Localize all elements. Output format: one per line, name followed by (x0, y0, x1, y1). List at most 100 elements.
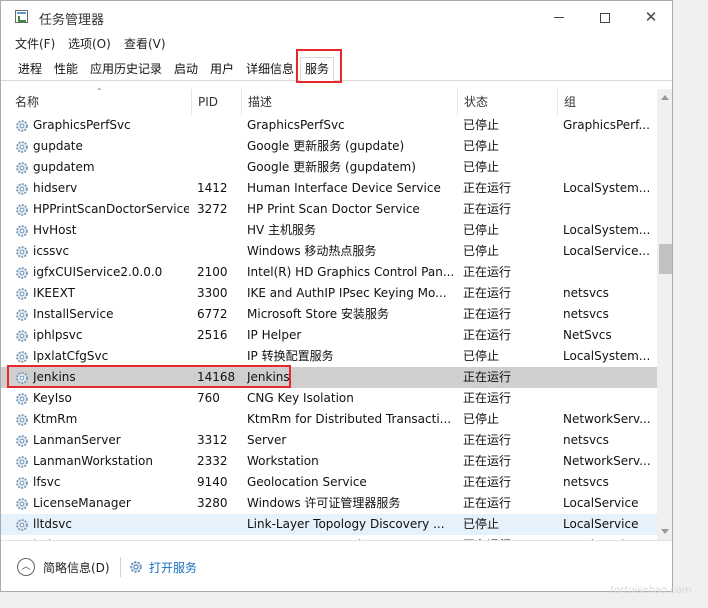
tab-app-history[interactable]: 应用历史记录 (85, 57, 167, 81)
cell-pid (197, 220, 241, 241)
cell-group: LocalService (563, 496, 639, 510)
cell-group: NetworkServ... (563, 412, 651, 426)
column-pid[interactable]: PID (191, 89, 241, 115)
table-row[interactable]: hidserv 1412 Human Interface Device Servic… (1, 178, 657, 199)
menu-view[interactable]: 查看(V) (124, 35, 166, 52)
cell-status: 正在运行 (463, 328, 512, 342)
tab-users[interactable]: 用户 (205, 57, 239, 81)
table-row[interactable]: gupdate Google 更新服务 (gupdate) 已停止 (1, 136, 657, 157)
cell-status: 正在运行 (463, 433, 512, 447)
cell-group: LocalService (563, 517, 639, 531)
cell-status: 已停止 (463, 160, 500, 174)
cell-status: 已停止 (463, 118, 500, 132)
cell-name: LanmanServer (33, 433, 121, 447)
tab-services[interactable]: 服务 (300, 57, 335, 81)
table-row[interactable]: LanmanWorkstation 2332 Workstation 正在运行 Netw… (1, 451, 657, 472)
tab-performance[interactable]: 性能 (49, 57, 83, 81)
open-services-link[interactable]: 打开服务 (149, 559, 197, 576)
table-row[interactable]: iphlpsvc 2516 IP Helper 正在运行 NetSvcs (1, 325, 657, 346)
tab-processes[interactable]: 进程 (13, 57, 47, 81)
scroll-down-icon[interactable] (661, 529, 669, 534)
table-row[interactable]: LicenseManager 3280 Windows 许可证管理器服务 正在运行 Lo… (1, 493, 657, 514)
gear-icon (16, 141, 28, 153)
table-row[interactable]: IpxlatCfgSvc IP 转换配置服务 已停止 LocalSystem... (1, 346, 657, 367)
tab-startup[interactable]: 启动 (169, 57, 203, 81)
table-row[interactable]: GraphicsPerfSvc GraphicsPerfSvc 已停止 Graphic… (1, 115, 657, 136)
title-bar[interactable]: 任务管理器 ✕ (1, 1, 672, 33)
table-row[interactable]: gupdatem Google 更新服务 (gupdatem) 已停止 (1, 157, 657, 178)
services-list[interactable]: GraphicsPerfSvc GraphicsPerfSvc 已停止 Graphic… (1, 115, 657, 540)
table-row[interactable]: Jenkins 14168 Jenkins 正在运行 (1, 367, 657, 388)
cell-group: NetworkServ... (563, 454, 651, 468)
column-status[interactable]: 状态 (457, 89, 557, 115)
menu-bar: 文件(F) 选项(O) 查看(V) (1, 33, 672, 53)
cell-name: IpxlatCfgSvc (33, 349, 109, 363)
table-row[interactable]: igfxCUIService2.0.0.0 2100 Intel(R) HD Gra… (1, 262, 657, 283)
gear-icon (16, 162, 28, 174)
cell-group: NetSvcs (563, 328, 612, 342)
table-row[interactable]: lfsvc 9140 Geolocation Service 正在运行 netsvcs (1, 472, 657, 493)
cell-group (563, 199, 655, 220)
cell-pid: 3300 (197, 286, 228, 300)
cell-status: 正在运行 (463, 286, 512, 300)
cell-group (563, 367, 655, 388)
cell-pid (197, 241, 241, 262)
cell-desc: Jenkins (247, 370, 290, 384)
tab-details[interactable]: 详细信息 (241, 57, 299, 81)
cell-desc: Windows 许可证管理器服务 (247, 496, 401, 510)
cell-group (563, 388, 655, 409)
cell-pid: 2516 (197, 328, 228, 342)
table-row[interactable]: LanmanServer 3312 Server 正在运行 netsvcs (1, 430, 657, 451)
menu-options[interactable]: 选项(O) (68, 35, 111, 52)
cell-status: 已停止 (463, 139, 500, 153)
minimize-icon (554, 17, 564, 18)
table-row[interactable]: HPPrintScanDoctorService 3272 HP Print Sca… (1, 199, 657, 220)
gear-icon (16, 456, 28, 468)
cell-desc: Intel(R) HD Graphics Control Pan... (247, 265, 453, 279)
divider (120, 557, 121, 577)
cell-name: IKEEXT (33, 286, 75, 300)
cell-name: LanmanWorkstation (33, 454, 153, 468)
table-row[interactable]: InstallService 6772 Microsoft Store 安装服务 正在… (1, 304, 657, 325)
table-row[interactable]: lltdsvc Link-Layer Topology Discovery ...… (1, 514, 657, 535)
cell-pid (197, 136, 241, 157)
cell-status: 已停止 (463, 517, 500, 531)
table-row[interactable]: KeyIso 760 CNG Key Isolation 正在运行 (1, 388, 657, 409)
gear-icon[interactable] (128, 559, 144, 575)
cell-pid: 2332 (197, 454, 228, 468)
less-details-button[interactable]: 简略信息(D) (43, 559, 110, 576)
cell-desc: Google 更新服务 (gupdate) (247, 139, 405, 153)
gear-icon (16, 393, 28, 405)
table-row[interactable]: icssvc Windows 移动热点服务 已停止 LocalService... (1, 241, 657, 262)
table-row[interactable]: IKEEXT 3300 IKE and AuthIP IPsec Keying Mo… (1, 283, 657, 304)
vertical-scrollbar[interactable] (657, 89, 672, 540)
cell-status: 正在运行 (463, 370, 512, 384)
column-description[interactable]: 描述 (241, 89, 457, 115)
cell-status: 正在运行 (463, 496, 512, 510)
cell-pid: 3280 (197, 496, 228, 510)
table-row[interactable]: HvHost HV 主机服务 已停止 LocalSystem... (1, 220, 657, 241)
window-title: 任务管理器 (39, 13, 105, 28)
gear-icon (16, 498, 28, 510)
scrollbar-thumb[interactable] (659, 244, 672, 274)
close-button[interactable]: ✕ (628, 1, 672, 33)
column-group[interactable]: 组 (557, 89, 657, 115)
gear-icon (16, 246, 28, 258)
cell-desc: Microsoft Store 安装服务 (247, 307, 389, 321)
cell-pid: 3312 (197, 433, 228, 447)
cell-pid (197, 409, 241, 430)
gear-icon (16, 288, 28, 300)
cell-status: 已停止 (463, 244, 500, 258)
menu-file[interactable]: 文件(F) (15, 35, 55, 52)
table-row[interactable]: KtmRm KtmRm for Distributed Transacti... 已… (1, 409, 657, 430)
cell-group: netsvcs (563, 286, 609, 300)
maximize-button[interactable] (582, 1, 628, 33)
chevron-up-icon[interactable]: ︿ (17, 558, 35, 576)
cell-name: GraphicsPerfSvc (33, 118, 131, 132)
cell-desc: IP Helper (247, 328, 302, 342)
cell-name: hidserv (33, 181, 78, 195)
minimize-button[interactable] (536, 1, 582, 33)
cell-desc: KtmRm for Distributed Transacti... (247, 412, 452, 426)
scroll-up-icon[interactable] (661, 95, 669, 100)
task-manager-window: 任务管理器 ✕ 文件(F) 选项(O) 查看(V) 进程 性能 应用历史记录 启… (0, 0, 673, 592)
